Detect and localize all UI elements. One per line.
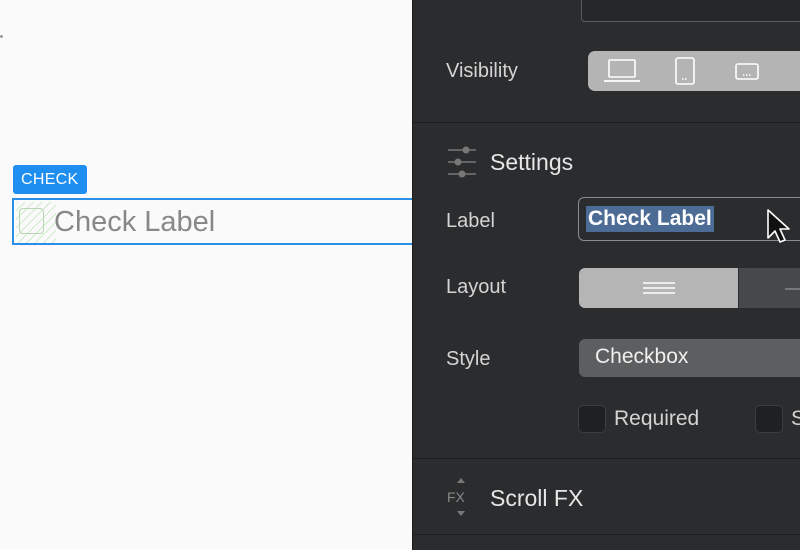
settings-sliders-icon (448, 146, 476, 178)
stacked-lines-icon (642, 282, 675, 294)
required-checkbox-box[interactable] (578, 405, 606, 433)
tablet-icon (675, 57, 695, 85)
desktop-icon (604, 59, 640, 82)
label-field-label: Label (446, 210, 495, 232)
mouse-cursor-icon (767, 209, 790, 243)
section-divider (413, 122, 800, 123)
visibility-mobile-portrait-button[interactable] (784, 51, 800, 91)
required-checkbox-label: Required (614, 407, 700, 430)
mobile-landscape-icon (735, 63, 759, 80)
svg-text:FX: FX (447, 489, 466, 505)
inline-line-icon (785, 288, 800, 290)
visibility-mobile-landscape-button[interactable] (723, 51, 771, 91)
visibility-tablet-button[interactable] (661, 51, 709, 91)
visibility-label: Visibility (446, 60, 518, 82)
element-type-tag: CHECK (13, 165, 87, 194)
previous-field[interactable] (581, 0, 800, 22)
layout-label: Layout (446, 276, 507, 298)
scroll-fx-section-title[interactable]: Scroll FX (490, 485, 583, 512)
canvas-marker (0, 35, 3, 38)
second-checkbox[interactable]: S (755, 405, 800, 435)
style-select[interactable]: Checkbox (579, 339, 800, 377)
design-canvas[interactable]: CHECK Check Label (0, 0, 412, 550)
settings-panel: Visibility Settings Label Check Label La… (412, 0, 800, 550)
section-divider (413, 534, 800, 535)
second-checkbox-box[interactable] (755, 405, 783, 433)
checkbox-square[interactable] (19, 208, 44, 234)
label-input-value: Check Label (586, 206, 714, 232)
layout-toggle-group (579, 268, 800, 308)
layout-stacked-button[interactable] (579, 268, 738, 308)
settings-section-title[interactable]: Settings (490, 149, 573, 176)
checkbox-label-text: Check Label (54, 206, 216, 238)
checkbox-element[interactable]: Check Label (12, 198, 412, 245)
visibility-toggle-group (588, 51, 800, 91)
label-text-input[interactable]: Check Label (578, 197, 800, 243)
scroll-fx-icon: FX (447, 478, 466, 516)
style-label: Style (446, 348, 491, 370)
second-checkbox-label: S (791, 407, 800, 431)
visibility-desktop-button[interactable] (598, 51, 646, 91)
layout-inline-button[interactable] (739, 268, 800, 308)
section-divider (413, 458, 800, 459)
style-select-value: Checkbox (595, 345, 689, 368)
required-checkbox[interactable]: Required (578, 405, 728, 435)
